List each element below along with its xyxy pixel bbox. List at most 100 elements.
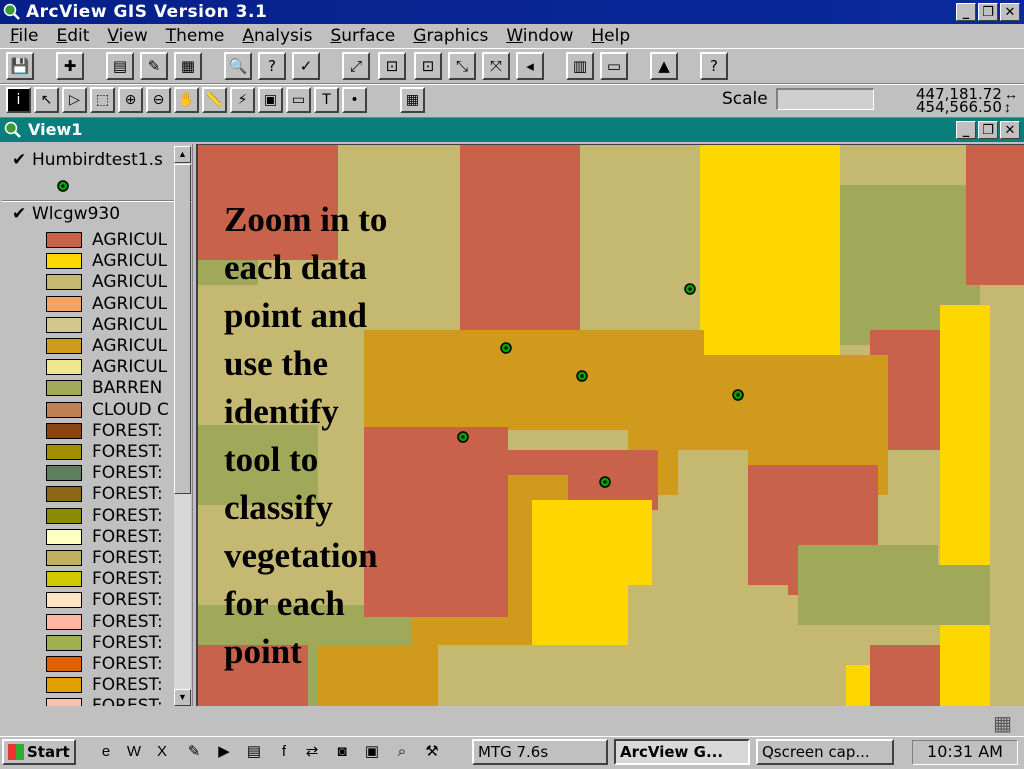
- zoom-in-fixed-button[interactable]: ⤡: [448, 52, 476, 80]
- view-restore-button[interactable]: ❐: [978, 121, 998, 139]
- scroll-up-button[interactable]: ▲: [174, 146, 191, 163]
- theme-properties-button[interactable]: ▤: [106, 52, 134, 80]
- toc-scrollbar[interactable]: ▲ ▼: [174, 146, 191, 706]
- legend-label: FOREST:: [92, 696, 163, 706]
- theme-visibility-checkbox[interactable]: ✔: [12, 204, 32, 224]
- zoom-previous-button[interactable]: ◂: [516, 52, 544, 80]
- zoom-to-selected-button[interactable]: ⊡: [414, 52, 442, 80]
- pan-tool[interactable]: ✋: [174, 87, 199, 113]
- legend-label: FOREST:: [92, 442, 163, 462]
- scroll-thumb[interactable]: [174, 164, 191, 494]
- tile-windows-icon[interactable]: ▦: [993, 711, 1012, 736]
- legend-label: FOREST:: [92, 526, 163, 547]
- menu-analysis[interactable]: Analysis: [242, 24, 312, 48]
- explorer-icon[interactable]: ▤: [244, 742, 264, 762]
- excel-icon[interactable]: X: [152, 742, 172, 762]
- y-coordinate-readout: 454,566.50: [916, 98, 1002, 116]
- restore-button[interactable]: ❐: [978, 3, 998, 21]
- text-tool[interactable]: T: [314, 87, 339, 113]
- area-of-interest-tool[interactable]: ▣: [258, 87, 283, 113]
- task-label: Qscreen cap...: [762, 743, 870, 761]
- menu-graphics[interactable]: Graphics: [413, 24, 488, 48]
- help-button[interactable]: ?: [700, 52, 728, 80]
- menu-file[interactable]: File: [10, 24, 38, 48]
- label-icon: ▭: [291, 92, 306, 108]
- menu-theme[interactable]: Theme: [166, 24, 225, 48]
- locate-address-button[interactable]: ✓: [292, 52, 320, 80]
- hotlink-tool[interactable]: ⚡: [230, 87, 255, 113]
- data-point-center: [736, 393, 740, 397]
- app-titlebar[interactable]: ArcView GIS Version 3.1 _ ❐ ✕: [0, 0, 1024, 24]
- edit-legend-button[interactable]: ✎: [140, 52, 168, 80]
- instruction-line: for each: [224, 584, 345, 623]
- theme-wlcgw930[interactable]: ✔ Wlcgw930: [12, 204, 120, 224]
- menu-help[interactable]: Help: [591, 24, 630, 48]
- network-icon[interactable]: ▣: [362, 742, 382, 762]
- save-project-button[interactable]: 💾: [6, 52, 34, 80]
- search-icon[interactable]: ⌕: [392, 742, 412, 762]
- query-builder-button[interactable]: ?: [258, 52, 286, 80]
- menu-surface[interactable]: Surface: [330, 24, 395, 48]
- task-qscreen[interactable]: Qscreen cap...: [756, 739, 894, 765]
- label-tool[interactable]: ▭: [286, 87, 311, 113]
- scroll-down-button[interactable]: ▼: [174, 689, 191, 706]
- menu-window[interactable]: Window: [506, 24, 573, 48]
- app-icon[interactable]: ◙: [332, 742, 352, 762]
- measure-tool[interactable]: 📏: [202, 87, 227, 113]
- find-button[interactable]: 🔍: [224, 52, 252, 80]
- zoom-out-fixed-button[interactable]: ⤧: [482, 52, 510, 80]
- legend-label: FOREST:: [92, 675, 163, 696]
- minimize-button[interactable]: _: [956, 3, 976, 21]
- open-table-button[interactable]: ▦: [174, 52, 202, 80]
- previous-extent-icon: ◂: [526, 57, 534, 75]
- vertex-edit-tool[interactable]: ▷: [62, 87, 87, 113]
- vegetation-cell: [990, 285, 1024, 705]
- edit-icon[interactable]: ✎: [184, 742, 204, 762]
- zoom-to-full-extent-button[interactable]: ⤢: [342, 52, 370, 80]
- zoom-out-icon: ⊖: [152, 92, 165, 108]
- instruction-line: identify: [224, 392, 339, 431]
- legend-item: AGRICUL: [46, 336, 167, 356]
- snap-tool[interactable]: ▦: [400, 87, 425, 113]
- task-arcview[interactable]: ArcView G...: [614, 739, 750, 765]
- menu-edit[interactable]: Edit: [56, 24, 89, 48]
- legend-label: FOREST:: [92, 590, 163, 611]
- identify-tool[interactable]: i: [6, 87, 31, 113]
- zoom-to-active-themes-button[interactable]: ⊡: [378, 52, 406, 80]
- text-icon: T: [322, 92, 331, 108]
- legend-label: FOREST:: [92, 611, 163, 632]
- legend-swatch: [46, 698, 82, 706]
- word-icon[interactable]: W: [124, 742, 144, 762]
- menu-view[interactable]: View: [107, 24, 147, 48]
- locate-icon: ✓: [299, 57, 313, 75]
- close-button[interactable]: ✕: [1000, 3, 1020, 21]
- scale-input[interactable]: [776, 88, 874, 110]
- draw-point-tool[interactable]: •: [342, 87, 367, 113]
- zoom-out-tool[interactable]: ⊖: [146, 87, 171, 113]
- legend-swatch: [46, 401, 82, 418]
- pointer-tool[interactable]: ↖: [34, 87, 59, 113]
- view-window-titlebar[interactable]: View1 _ ❐ ✕: [0, 118, 1024, 142]
- add-theme-button[interactable]: ✚: [56, 52, 84, 80]
- select-feature-tool[interactable]: ⬚: [90, 87, 115, 113]
- theme-humbirdtest[interactable]: ✔ Humbirdtest1.s: [12, 150, 163, 170]
- menu-help-accel: H: [591, 26, 605, 46]
- table-of-contents[interactable]: ✔ Humbirdtest1.s ✔ Wlcgw930 AGRICUL AGRICUL…: [2, 144, 193, 706]
- media-icon[interactable]: ▶: [214, 742, 234, 762]
- view-close-button[interactable]: ✕: [1000, 121, 1020, 139]
- zoom-in-tool[interactable]: ⊕: [118, 87, 143, 113]
- start-button[interactable]: Start: [2, 739, 76, 765]
- font-icon[interactable]: f: [274, 742, 294, 762]
- internet-explorer-icon[interactable]: e: [96, 742, 116, 762]
- legend-button[interactable]: ▭: [600, 52, 628, 80]
- ftp-icon[interactable]: ⇄: [302, 742, 322, 762]
- view-minimize-button[interactable]: _: [956, 121, 976, 139]
- zoom-out-fixed-icon: ⤧: [489, 57, 502, 75]
- query-icon: ?: [268, 57, 276, 75]
- theme-visibility-checkbox[interactable]: ✔: [12, 150, 32, 170]
- tools-icon[interactable]: ⚒: [422, 742, 442, 762]
- chart-button[interactable]: ▲: [650, 52, 678, 80]
- task-mtg[interactable]: MTG 7.6s: [472, 739, 608, 765]
- layout-button[interactable]: ▥: [566, 52, 594, 80]
- menu-view-accel: V: [107, 26, 119, 46]
